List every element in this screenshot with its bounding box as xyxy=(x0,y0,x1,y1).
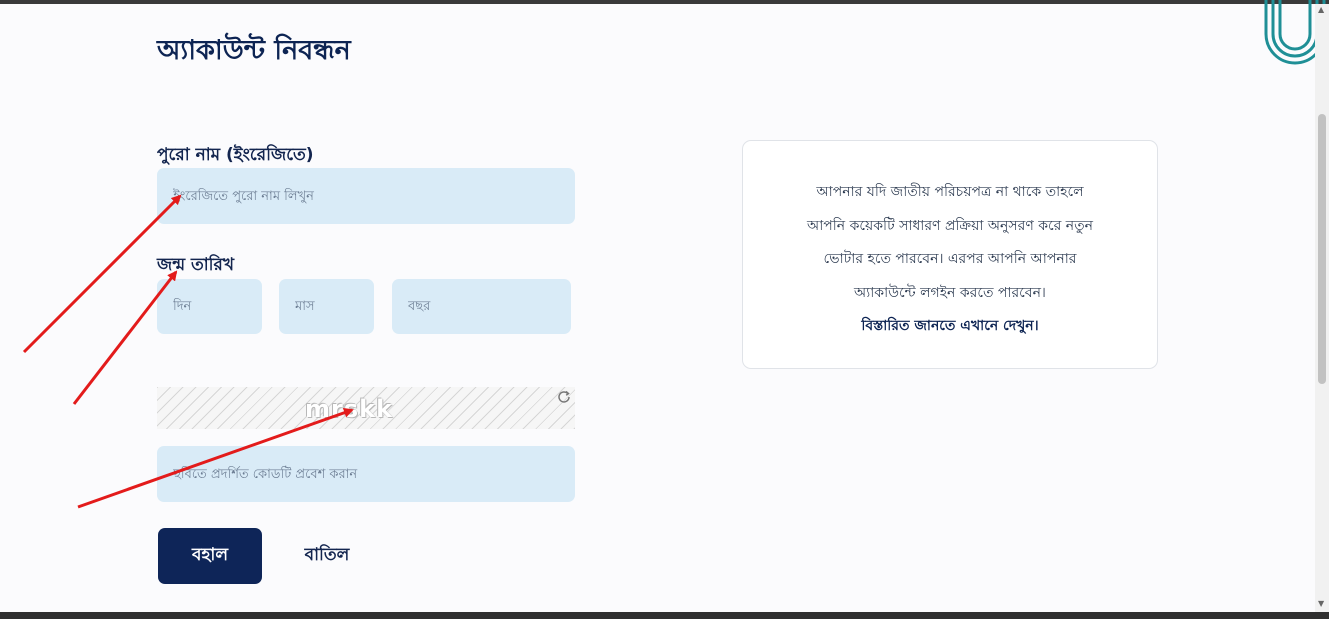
page-title: অ্যাকাউন্ট নিবন্ধন xyxy=(157,35,351,66)
captcha-text: mrskk xyxy=(305,395,394,423)
dob-label: জন্ম তারিখ xyxy=(157,255,235,275)
submit-button[interactable]: বহাল xyxy=(158,528,262,584)
dob-year-input[interactable] xyxy=(392,279,571,334)
details-link[interactable]: বিস্তারিত জানতে এখানে দেখুন। xyxy=(743,310,1157,343)
full-name-label: পুরো নাম (ইংরেজিতে) xyxy=(157,145,314,165)
info-line: আপনি কয়েকটি সাধারণ প্রক্রিয়া অনুসরণ কর… xyxy=(806,217,1094,234)
info-line: ভোটার হতে পারবেন। এরপর আপনি আপনার xyxy=(823,251,1077,267)
captcha-input[interactable] xyxy=(157,446,575,502)
dob-day-input[interactable] xyxy=(157,279,262,334)
window-bottom-bar xyxy=(0,612,1329,619)
dob-month-input[interactable] xyxy=(279,279,374,334)
info-line: অ্যাকাউন্টে লগইন করতে পারবেন। xyxy=(854,284,1046,301)
full-name-input[interactable] xyxy=(157,168,575,224)
cancel-button[interactable]: বাতিল xyxy=(290,528,364,584)
scroll-up-icon[interactable]: ▲ xyxy=(1318,6,1324,14)
vertical-scrollbar[interactable]: ▲ ▼ xyxy=(1315,4,1329,612)
scroll-down-icon[interactable]: ▼ xyxy=(1318,600,1324,608)
info-box: আপনার যদি জাতীয় পরিচয়পত্র না থাকে তাহল… xyxy=(742,140,1158,369)
info-line: আপনার যদি জাতীয় পরিচয়পত্র না থাকে তাহল… xyxy=(816,184,1084,200)
scroll-thumb[interactable] xyxy=(1318,114,1326,384)
window-top-bar xyxy=(0,0,1329,4)
captcha-image: mrskk xyxy=(157,387,575,429)
refresh-icon[interactable] xyxy=(556,389,572,405)
